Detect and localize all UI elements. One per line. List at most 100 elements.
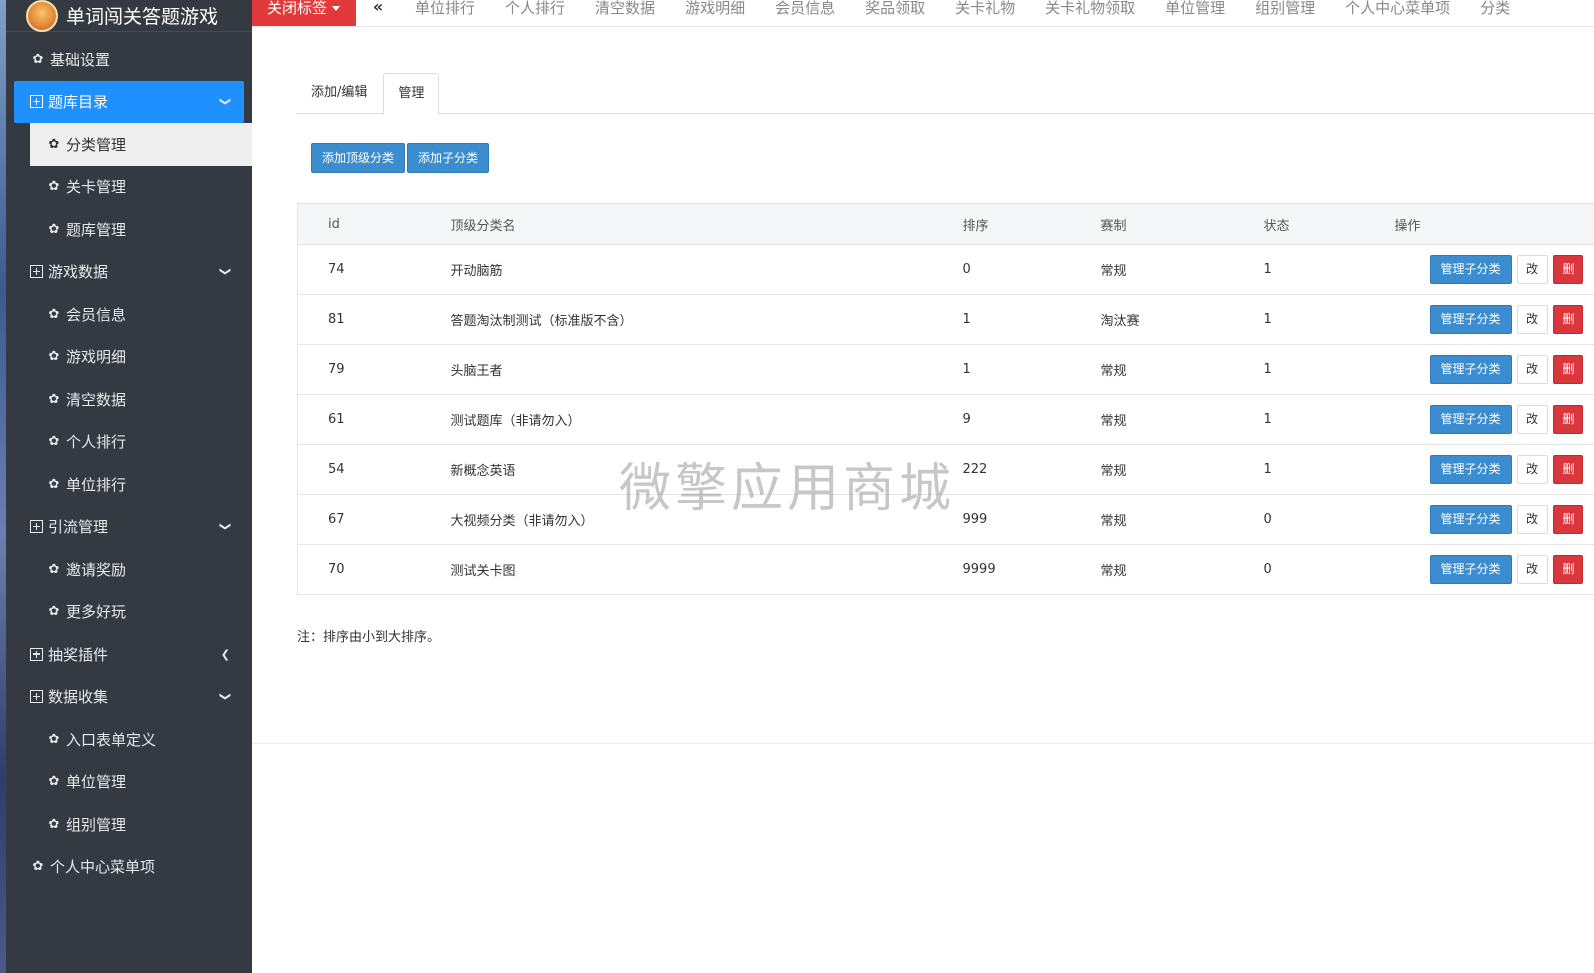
sidebar-item-19[interactable]: ✿ 个人中心菜单项: [6, 846, 252, 889]
sidebar-item-13[interactable]: ✿ 更多好玩: [6, 591, 252, 634]
table-header-row: id 顶级分类名 排序 赛制 状态 操作: [297, 203, 1594, 245]
tab-add-edit[interactable]: 添加/编辑: [297, 73, 381, 114]
cell-type: 常规: [1100, 544, 1264, 595]
cell-actions: 管理子分类改删: [1394, 494, 1594, 545]
chevron-down-icon: ❯: [218, 692, 232, 702]
nav-tab-7[interactable]: 关卡礼物领取: [1030, 0, 1150, 16]
edit-button[interactable]: 改: [1516, 505, 1548, 534]
cell-type: 常规: [1100, 244, 1264, 295]
manage-subcategory-button[interactable]: 管理子分类: [1429, 355, 1512, 384]
tab-manage[interactable]: 管理: [383, 73, 440, 115]
sidebar-item-10[interactable]: ✿ 单位排行: [6, 463, 252, 506]
cell-status: 1: [1263, 294, 1395, 345]
sidebar-item-label: 入口表单定义: [66, 730, 157, 749]
manage-subcategory-button[interactable]: 管理子分类: [1429, 405, 1512, 434]
edit-button[interactable]: 改: [1516, 455, 1548, 484]
cell-id: 81: [297, 294, 451, 345]
sidebar-item-11[interactable]: 引流管理 ❯: [6, 506, 252, 549]
table-row: 79 头脑王者 1 常规 1 管理子分类改删: [297, 344, 1594, 395]
close-tabs-dropdown[interactable]: 关闭标签: [252, 0, 357, 26]
manage-subcategory-button[interactable]: 管理子分类: [1429, 505, 1512, 534]
header-type: 赛制: [1100, 203, 1264, 245]
table-body: 74 开动脑筋 0 常规 1 管理子分类改删 81 答题淘汰制测试（标准版不含） 1 淘汰赛 1 管理…: [297, 244, 1594, 595]
add-child-category-button[interactable]: 添加子分类: [407, 143, 490, 173]
manage-subcategory-button[interactable]: 管理子分类: [1429, 455, 1512, 484]
gear-icon: ✿: [48, 221, 60, 237]
manage-subcategory-button[interactable]: 管理子分类: [1429, 555, 1512, 584]
sidebar-item-14[interactable]: 抽奖插件 ❮: [6, 633, 252, 676]
delete-button[interactable]: 删: [1552, 255, 1583, 284]
chevron-left-icon: ❮: [220, 647, 230, 661]
edit-button[interactable]: 改: [1516, 555, 1548, 584]
manage-subcategory-button[interactable]: 管理子分类: [1429, 255, 1512, 284]
manage-subcategory-button[interactable]: 管理子分类: [1429, 305, 1512, 334]
cell-actions: 管理子分类改删: [1394, 244, 1594, 295]
nav-tab-6[interactable]: 关卡礼物: [940, 0, 1030, 16]
chevron-down-icon: ❯: [218, 97, 232, 107]
app-title: 单词闯关答题游戏: [66, 6, 219, 28]
cell-id: 67: [297, 494, 451, 545]
gear-icon: ✿: [48, 306, 60, 322]
nav-tab-11[interactable]: 分类: [1465, 0, 1525, 16]
add-top-category-button[interactable]: 添加顶级分类: [311, 143, 406, 173]
edit-button[interactable]: 改: [1516, 255, 1548, 284]
plus-square-icon: [30, 520, 43, 534]
category-table: id 顶级分类名 排序 赛制 状态 操作 74 开动脑筋 0 常规 1 管理子分类改删 81…: [297, 203, 1594, 595]
sidebar-item-6[interactable]: ✿ 会员信息: [6, 293, 252, 336]
edit-button[interactable]: 改: [1516, 355, 1548, 384]
edit-button[interactable]: 改: [1516, 305, 1548, 334]
gear-icon: ✿: [48, 561, 60, 577]
table-row: 61 测试题库（非请勿入） 9 常规 1 管理子分类改删: [297, 394, 1594, 445]
sidebar-item-label: 数据收集: [48, 688, 109, 707]
cell-sort: 999: [962, 494, 1101, 545]
delete-button[interactable]: 删: [1552, 455, 1583, 484]
cell-id: 54: [297, 444, 451, 495]
sidebar-item-3[interactable]: ✿ 关卡管理: [6, 166, 252, 209]
gear-icon: ✿: [48, 136, 60, 152]
delete-button[interactable]: 删: [1552, 555, 1583, 584]
cell-type: 淘汰赛: [1100, 294, 1264, 345]
sidebar-item-4[interactable]: ✿ 题库管理: [6, 208, 252, 251]
cell-sort: 1: [962, 344, 1101, 395]
delete-button[interactable]: 删: [1552, 305, 1583, 334]
sidebar-item-2[interactable]: ✿ 分类管理: [30, 123, 252, 166]
nav-tab-8[interactable]: 单位管理: [1150, 0, 1240, 16]
sidebar-item-18[interactable]: ✿ 组别管理: [6, 803, 252, 846]
collapse-sidebar-button[interactable]: «: [356, 0, 400, 26]
nav-tab-1[interactable]: 个人排行: [490, 0, 580, 16]
delete-button[interactable]: 删: [1552, 355, 1583, 384]
edit-button[interactable]: 改: [1516, 405, 1548, 434]
delete-button[interactable]: 删: [1552, 505, 1583, 534]
sidebar-item-5[interactable]: 游戏数据 ❯: [6, 251, 252, 294]
caret-down-icon: [332, 6, 341, 11]
cell-actions: 管理子分类改删: [1394, 544, 1594, 595]
nav-tab-3[interactable]: 游戏明细: [670, 0, 760, 16]
sidebar-item-16[interactable]: ✿ 入口表单定义: [6, 718, 252, 761]
nav-tab-2[interactable]: 清空数据: [580, 0, 670, 16]
gear-icon: ✿: [48, 391, 60, 407]
cell-id: 70: [297, 544, 451, 595]
gear-icon: ✿: [48, 731, 60, 747]
sidebar-item-9[interactable]: ✿ 个人排行: [6, 421, 252, 464]
nav-tab-4[interactable]: 会员信息: [760, 0, 850, 16]
sidebar-item-0[interactable]: ✿ 基础设置: [6, 38, 252, 81]
delete-button[interactable]: 删: [1552, 405, 1583, 434]
nav-tab-9[interactable]: 组别管理: [1240, 0, 1330, 16]
sidebar-item-1[interactable]: 题库目录 ❯: [14, 80, 244, 123]
sidebar-item-15[interactable]: 数据收集 ❯: [6, 676, 252, 719]
plus-square-icon: [30, 690, 43, 704]
sidebar-item-label: 题库目录: [48, 93, 109, 112]
sidebar-item-12[interactable]: ✿ 邀请奖励: [6, 548, 252, 591]
nav-tab-10[interactable]: 个人中心菜单项: [1330, 0, 1465, 16]
sidebar-item-label: 单位管理: [66, 773, 127, 792]
sidebar-item-7[interactable]: ✿ 游戏明细: [6, 336, 252, 379]
gear-icon: ✿: [48, 349, 60, 365]
sidebar-item-label: 基础设置: [50, 50, 111, 69]
nav-tab-5[interactable]: 奖品领取: [850, 0, 940, 16]
cell-status: 1: [1263, 344, 1395, 395]
sidebar-item-8[interactable]: ✿ 清空数据: [6, 378, 252, 421]
nav-tab-0[interactable]: 单位排行: [400, 0, 490, 16]
sidebar-menu: ✿ 基础设置 题库目录 ❯ ✿ 分类管理 ✿ 关卡管理 ✿ 题库管理 游戏数据 ❯ ✿ 会员信息 ✿ 游戏明细…: [6, 32, 252, 888]
sidebar-item-17[interactable]: ✿ 单位管理: [6, 761, 252, 804]
sidebar-item-label: 个人中心菜单项: [50, 858, 156, 877]
